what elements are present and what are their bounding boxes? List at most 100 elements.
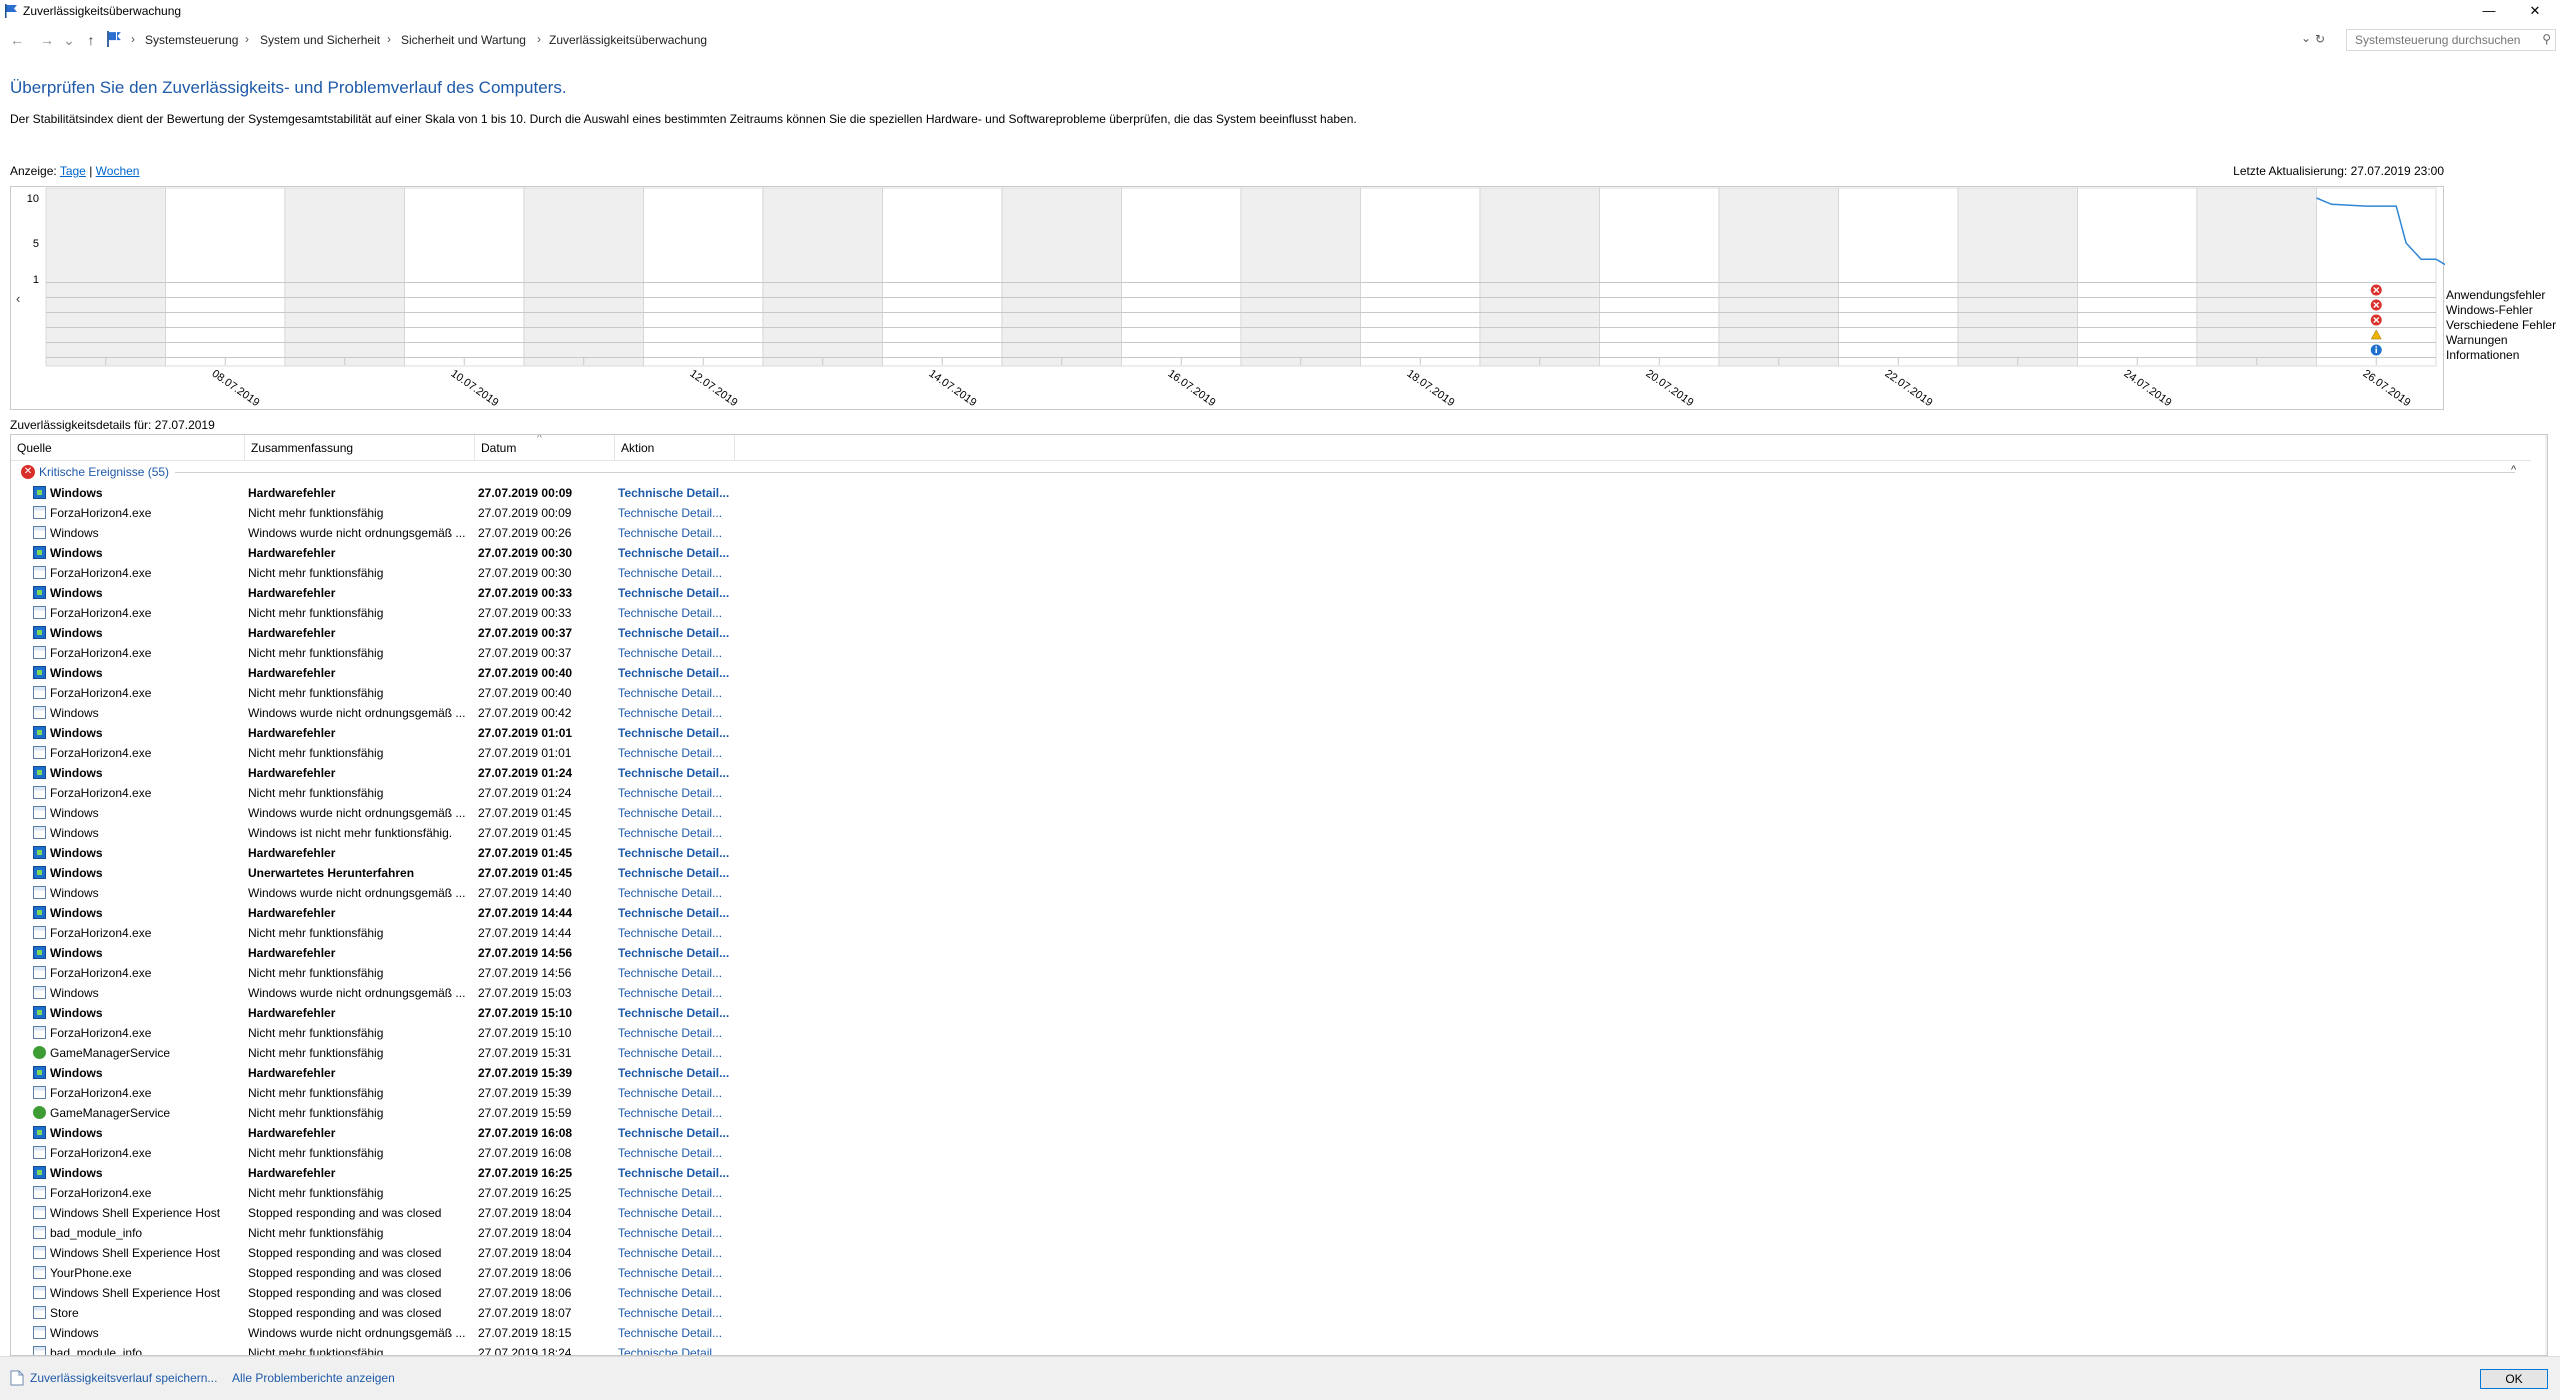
group-header-kritische-ereignisse[interactable]: ✕ Kritische Ereignisse (55) ^ xyxy=(11,462,2531,482)
table-row[interactable]: Windows Hardwarefehler 27.07.2019 00:40 Tec… xyxy=(11,663,2531,683)
column-quelle[interactable]: Quelle xyxy=(11,435,245,461)
row-action-link[interactable]: Technische Detail... xyxy=(618,626,738,640)
table-row[interactable]: bad_module_info Nicht mehr funktionsfähig… xyxy=(11,1223,2531,1243)
table-row[interactable]: ForzaHorizon4.exe Nicht mehr funktionsfäh… xyxy=(11,1143,2531,1163)
row-action-link[interactable]: Technische Detail... xyxy=(618,666,738,680)
chart-day-column[interactable] xyxy=(1599,187,1720,367)
row-action-link[interactable]: Technische Detail... xyxy=(618,686,738,700)
row-action-link[interactable]: Technische Detail... xyxy=(618,1166,738,1180)
row-action-link[interactable]: Technische Detail... xyxy=(618,506,738,520)
row-action-link[interactable]: Technische Detail... xyxy=(618,646,738,660)
row-action-link[interactable]: Technische Detail... xyxy=(618,1286,738,1300)
table-row[interactable]: Windows Hardwarefehler 27.07.2019 00:30 Tec… xyxy=(11,543,2531,563)
chart-day-column[interactable] xyxy=(1479,187,1600,367)
row-action-link[interactable]: Technische Detail... xyxy=(618,946,738,960)
stability-chart[interactable]: 10 5 1 08.07.2019 10.07.2019 12.07.2019 14.07.… xyxy=(10,186,2445,411)
row-action-link[interactable]: Technische Detail... xyxy=(618,846,738,860)
table-row[interactable]: Windows Hardwarefehler 27.07.2019 01:24 Tec… xyxy=(11,763,2531,783)
search-input[interactable] xyxy=(2347,30,2531,50)
table-row[interactable]: Windows Hardwarefehler 27.07.2019 14:56 Tec… xyxy=(11,943,2531,963)
view-days-link[interactable]: Tage xyxy=(60,164,86,178)
chart-day-column[interactable] xyxy=(45,187,166,367)
row-action-link[interactable]: Technische Detail... xyxy=(618,1226,738,1240)
table-row[interactable]: ForzaHorizon4.exe Nicht mehr funktionsfäh… xyxy=(11,743,2531,763)
row-action-link[interactable]: Technische Detail... xyxy=(618,1046,738,1060)
row-action-link[interactable]: Technische Detail... xyxy=(618,866,738,880)
chart-day-column[interactable] xyxy=(284,187,405,367)
table-row[interactable]: ForzaHorizon4.exe Nicht mehr funktionsfäh… xyxy=(11,683,2531,703)
table-row[interactable]: ForzaHorizon4.exe Nicht mehr funktionsfäh… xyxy=(11,923,2531,943)
table-row[interactable]: GameManagerService Nicht mehr funktionsfä… xyxy=(11,1103,2531,1123)
table-row[interactable]: ForzaHorizon4.exe Nicht mehr funktionsfäh… xyxy=(11,963,2531,983)
row-action-link[interactable]: Technische Detail... xyxy=(618,1206,738,1220)
table-row[interactable]: Windows Shell Experience Host Stopped res… xyxy=(11,1283,2531,1303)
chart-scroll-left-button[interactable]: ‹ xyxy=(16,291,20,306)
details-table[interactable]: Quelle Zusammenfassung Datum ^ Aktion ✕ … xyxy=(10,434,2548,1356)
table-row[interactable]: Windows Hardwarefehler 27.07.2019 14:44 Tec… xyxy=(11,903,2531,923)
table-row[interactable]: ForzaHorizon4.exe Nicht mehr funktionsfäh… xyxy=(11,1023,2531,1043)
ok-button[interactable]: OK xyxy=(2480,1369,2548,1389)
table-row[interactable]: ForzaHorizon4.exe Nicht mehr funktionsfäh… xyxy=(11,603,2531,623)
row-action-link[interactable]: Technische Detail... xyxy=(618,1186,738,1200)
table-row[interactable]: Windows Windows ist nicht mehr funktionsf… xyxy=(11,823,2531,843)
chart-day-column[interactable] xyxy=(1360,187,1481,367)
up-button[interactable]: ↑ xyxy=(80,30,102,50)
breadcrumb-separator[interactable]: › xyxy=(387,32,391,46)
table-row[interactable]: Windows Hardwarefehler 27.07.2019 01:45 Tec… xyxy=(11,843,2531,863)
row-action-link[interactable]: Technische Detail... xyxy=(618,546,738,560)
table-row[interactable]: Windows Windows wurde nicht ordnungsgemäß… xyxy=(11,983,2531,1003)
back-button[interactable]: ← xyxy=(6,30,28,50)
forward-button[interactable]: → xyxy=(36,30,58,50)
table-row[interactable]: Windows Shell Experience Host Stopped res… xyxy=(11,1203,2531,1223)
chart-day-column[interactable] xyxy=(1718,187,1839,367)
scroll-up-button[interactable]: ▲ xyxy=(2545,435,2547,451)
row-action-link[interactable]: Technische Detail... xyxy=(618,1246,738,1260)
row-action-link[interactable]: Technische Detail... xyxy=(618,806,738,820)
table-row[interactable]: ForzaHorizon4.exe Nicht mehr funktionsfäh… xyxy=(11,643,2531,663)
table-row[interactable]: Windows Shell Experience Host Stopped res… xyxy=(11,1243,2531,1263)
refresh-button[interactable]: ↻ xyxy=(2315,32,2325,46)
breadcrumb-separator[interactable]: › xyxy=(537,32,541,46)
breadcrumb-zuverlaessigkeitsueberwachung[interactable]: Zuverlässigkeitsüberwachung xyxy=(549,33,707,47)
row-action-link[interactable]: Technische Detail... xyxy=(618,726,738,740)
row-action-link[interactable]: Technische Detail... xyxy=(618,1346,738,1355)
scroll-down-button[interactable]: ▼ xyxy=(2545,1339,2547,1355)
row-action-link[interactable]: Technische Detail... xyxy=(618,1026,738,1040)
row-action-link[interactable]: Technische Detail... xyxy=(618,1146,738,1160)
breadcrumb-separator[interactable]: › xyxy=(245,32,249,46)
table-row[interactable]: Windows Windows wurde nicht ordnungsgemäß… xyxy=(11,703,2531,723)
row-action-link[interactable]: Technische Detail... xyxy=(618,706,738,720)
chart-day-column[interactable] xyxy=(1957,187,2078,367)
chart-day-column[interactable] xyxy=(2077,187,2198,367)
chart-day-column[interactable] xyxy=(882,187,1003,367)
table-row[interactable]: Windows Hardwarefehler 27.07.2019 16:25 Tec… xyxy=(11,1163,2531,1183)
collapse-icon[interactable]: ^ xyxy=(2511,464,2516,476)
stability-chart-svg[interactable]: 10 5 1 08.07.2019 10.07.2019 12.07.2019 14.07.… xyxy=(11,187,2445,411)
chart-day-column[interactable] xyxy=(762,187,883,367)
table-row[interactable]: ForzaHorizon4.exe Nicht mehr funktionsfäh… xyxy=(11,1183,2531,1203)
row-action-link[interactable]: Technische Detail... xyxy=(618,906,738,920)
table-row[interactable]: Windows Hardwarefehler 27.07.2019 15:10 Tec… xyxy=(11,1003,2531,1023)
chart-day-column[interactable] xyxy=(1121,187,1242,367)
row-action-link[interactable]: Technische Detail... xyxy=(618,826,738,840)
minimize-button[interactable]: — xyxy=(2466,0,2512,22)
all-problem-reports-link[interactable]: Alle Problemberichte anzeigen xyxy=(232,1371,395,1385)
row-action-link[interactable]: Technische Detail... xyxy=(618,1106,738,1120)
address-field[interactable]: › Systemsteuerung › System und Sicherhei… xyxy=(116,29,2326,51)
table-row[interactable]: Windows Hardwarefehler 27.07.2019 16:08 Tec… xyxy=(11,1123,2531,1143)
chart-day-column[interactable] xyxy=(2316,187,2437,367)
chart-scroll-right-button[interactable]: › xyxy=(2444,291,2445,306)
table-row[interactable]: Windows Hardwarefehler 27.07.2019 00:09 Tec… xyxy=(11,483,2531,503)
table-row[interactable]: ForzaHorizon4.exe Nicht mehr funktionsfäh… xyxy=(11,1083,2531,1103)
row-action-link[interactable]: Technische Detail... xyxy=(618,746,738,760)
row-action-link[interactable]: Technische Detail... xyxy=(618,586,738,600)
row-action-link[interactable]: Technische Detail... xyxy=(618,526,738,540)
column-zusammenfassung[interactable]: Zusammenfassung xyxy=(245,435,475,461)
table-row[interactable]: Windows Hardwarefehler 27.07.2019 00:37 Tec… xyxy=(11,623,2531,643)
search-box[interactable]: ⚲ xyxy=(2346,29,2556,51)
chart-day-column[interactable] xyxy=(2196,187,2317,367)
chart-day-column[interactable] xyxy=(1838,187,1959,367)
table-row[interactable]: Windows Windows wurde nicht ordnungsgemäß… xyxy=(11,523,2531,543)
table-row[interactable]: Windows Windows wurde nicht ordnungsgemäß… xyxy=(11,883,2531,903)
search-icon[interactable]: ⚲ xyxy=(2542,32,2551,46)
